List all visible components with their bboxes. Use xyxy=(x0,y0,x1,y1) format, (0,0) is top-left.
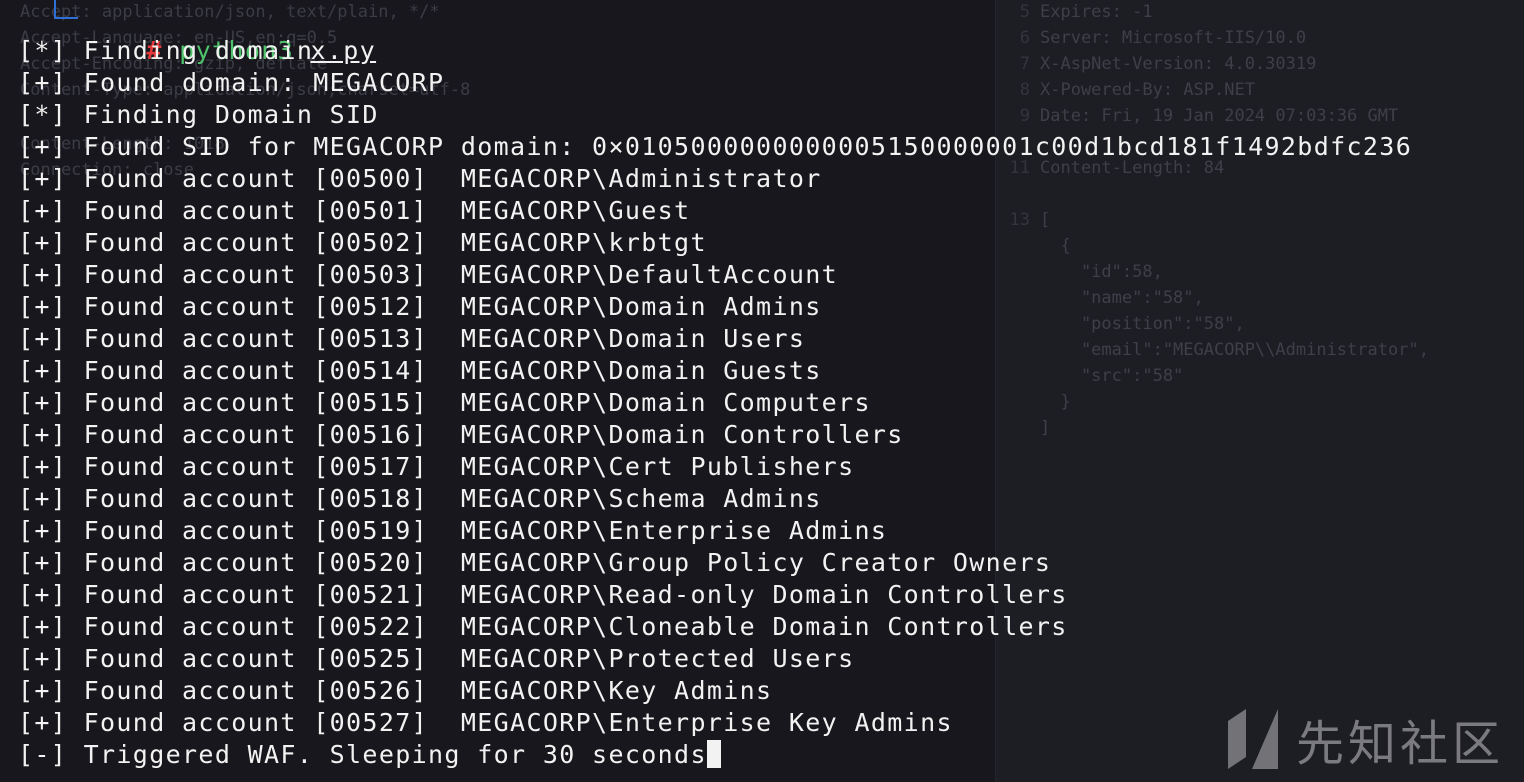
watermark-text: 先知社区 xyxy=(1295,716,1504,772)
terminal-line: [+] Found account [00514] MEGACORP\Domai… xyxy=(18,356,822,385)
terminal-line: [+] Found account [00515] MEGACORP\Domai… xyxy=(18,388,871,417)
terminal-line: [+] Found account [00518] MEGACORP\Schem… xyxy=(18,484,822,513)
watermark: 先知社区 xyxy=(1224,704,1504,774)
terminal-line: [+] Found account [00525] MEGACORP\Prote… xyxy=(18,644,855,673)
terminal-line: [+] Found account [00516] MEGACORP\Domai… xyxy=(18,420,904,449)
terminal-line: [+] Found account [00501] MEGACORP\Guest xyxy=(18,196,691,225)
xianzhi-logo-icon xyxy=(1227,709,1278,769)
prompt-file: x.py xyxy=(310,36,377,65)
terminal-line: [+] Found account [00503] MEGACORP\Defau… xyxy=(18,260,839,289)
terminal-line: [+] Found account [00522] MEGACORP\Clone… xyxy=(18,612,1068,641)
terminal-line: [+] Found SID for MEGACORP domain: 0×010… xyxy=(18,132,1413,161)
terminal-line: [+] Found account [00521] MEGACORP\Read-… xyxy=(18,580,1068,609)
screen: Accept: application/json, text/plain, */… xyxy=(0,0,1524,782)
terminal-cursor xyxy=(706,740,721,768)
terminal-line: [-] Triggered WAF. Sleeping for 30 secon… xyxy=(18,740,707,769)
terminal-line: [+] Found account [00526] MEGACORP\Key A… xyxy=(18,676,773,705)
terminal-last-line: [-] Triggered WAF. Sleeping for 30 secon… xyxy=(18,739,721,771)
terminal-line: [+] Found account [00513] MEGACORP\Domai… xyxy=(18,324,806,353)
prompt-corner-icon xyxy=(54,0,78,19)
terminal-line: [+] Found account [00520] MEGACORP\Group… xyxy=(18,548,1052,577)
terminal-output[interactable]: # python3 x.py [*] Finding domain [+] Fo… xyxy=(0,0,1524,782)
terminal-line: [+] Found domain: MEGACORP xyxy=(18,68,445,97)
terminal-line: [+] Found account [00500] MEGACORP\Admin… xyxy=(18,164,822,193)
terminal-line: [+] Found account [00527] MEGACORP\Enter… xyxy=(18,708,953,737)
terminal-line: [+] Found account [00512] MEGACORP\Domai… xyxy=(18,292,822,321)
terminal-line: [*] Finding Domain SID xyxy=(18,100,379,129)
terminal-line: [+] Found account [00519] MEGACORP\Enter… xyxy=(18,516,888,545)
terminal-line: [*] Finding domain xyxy=(18,36,314,65)
terminal-prompt: # python3 x.py xyxy=(48,0,376,65)
terminal-line: [+] Found account [00517] MEGACORP\Cert … xyxy=(18,452,855,481)
terminal-line: [+] Found account [00502] MEGACORP\krbtg… xyxy=(18,228,707,257)
